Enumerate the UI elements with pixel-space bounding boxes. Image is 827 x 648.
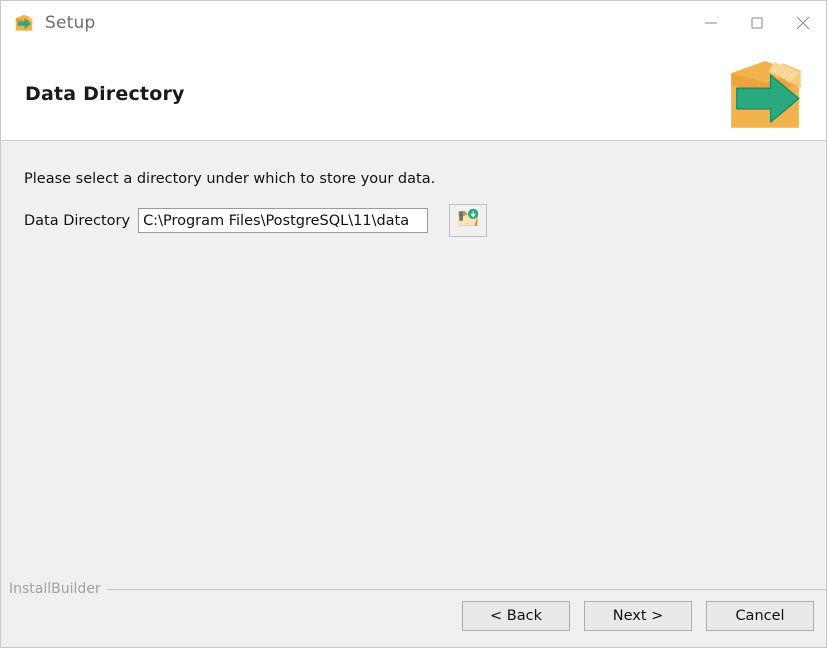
cancel-button[interactable]: Cancel — [706, 601, 814, 631]
close-icon[interactable] — [780, 1, 826, 45]
page-title: Data Directory — [25, 83, 185, 105]
installer-box-arrow-logo — [718, 45, 812, 139]
data-directory-row: Data Directory — [24, 204, 488, 237]
window-controls — [688, 1, 826, 45]
instruction-text: Please select a directory under which to… — [24, 171, 436, 187]
title-bar: Setup — [1, 1, 826, 45]
setup-window: Setup Data Directory Please select a dir… — [0, 0, 827, 648]
button-bar: < Back Next > Cancel — [462, 601, 814, 631]
setup-box-arrow-icon — [13, 12, 35, 34]
page-header: Data Directory — [1, 45, 826, 141]
brand-divider — [106, 588, 826, 590]
window-title: Setup — [45, 13, 96, 33]
minimize-icon[interactable] — [688, 1, 734, 45]
data-directory-input[interactable] — [138, 208, 429, 233]
maximize-icon[interactable] — [734, 1, 780, 45]
content-area: Please select a directory under which to… — [1, 142, 826, 588]
next-button[interactable]: Next > — [584, 601, 692, 631]
back-button[interactable]: < Back — [462, 601, 570, 631]
footer-area: InstallBuilder < Back Next > Cancel — [1, 568, 826, 647]
installbuilder-brand: InstallBuilder — [9, 581, 101, 597]
folder-open-icon — [455, 207, 481, 234]
data-directory-label: Data Directory — [24, 212, 131, 229]
browse-folder-button[interactable] — [449, 204, 488, 237]
brand-row: InstallBuilder — [1, 579, 826, 599]
